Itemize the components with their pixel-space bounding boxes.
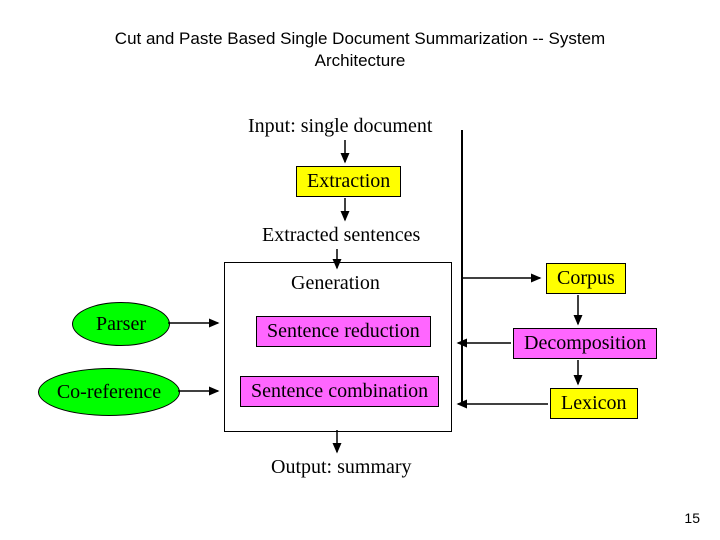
coreference-label: Co-reference — [57, 381, 161, 404]
lexicon-box: Lexicon — [550, 388, 638, 419]
coreference-node: Co-reference — [38, 368, 180, 416]
sentence-combination-box: Sentence combination — [240, 376, 439, 407]
title-line-1: Cut and Paste Based Single Document Summ… — [115, 29, 605, 48]
generation-label: Generation — [291, 272, 380, 295]
extraction-box: Extraction — [296, 166, 401, 197]
input-label: Input: single document — [248, 115, 432, 138]
page-number: 15 — [684, 510, 700, 526]
corpus-box: Corpus — [546, 263, 626, 294]
output-label: Output: summary — [271, 456, 412, 479]
parser-node: Parser — [72, 302, 170, 346]
parser-label: Parser — [96, 313, 146, 336]
slide-title: Cut and Paste Based Single Document Summ… — [0, 0, 720, 72]
decomposition-box: Decomposition — [513, 328, 657, 359]
sentence-reduction-box: Sentence reduction — [256, 316, 431, 347]
extracted-label: Extracted sentences — [262, 224, 420, 247]
title-line-2: Architecture — [315, 51, 406, 70]
